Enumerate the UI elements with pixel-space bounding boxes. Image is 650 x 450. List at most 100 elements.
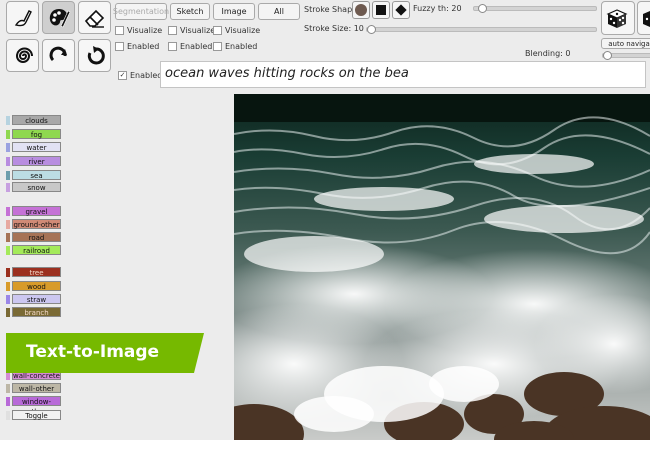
brush-tool-button[interactable]	[6, 1, 39, 34]
slider-handle[interactable]	[367, 25, 376, 34]
checkbox-box[interactable]: ✓	[118, 71, 127, 80]
checkbox-label: Visualize	[180, 26, 216, 35]
segmentation-button[interactable]: Segmentation	[113, 3, 169, 20]
label-color-swatch	[6, 295, 10, 304]
stroke-size-label: Stroke Size: 10	[304, 24, 364, 33]
label-tree[interactable]: tree	[12, 267, 61, 277]
label-color-swatch	[6, 116, 10, 125]
label-color-swatch	[6, 207, 10, 216]
image-enabled-checkbox[interactable]: Enabled	[213, 42, 257, 51]
label-water[interactable]: water	[12, 142, 61, 152]
label-color-swatch	[6, 411, 10, 420]
prompt-text: ocean waves hitting rocks on the bea	[165, 66, 409, 81]
sketch-visualize-checkbox[interactable]: Visualize	[168, 26, 215, 35]
image-visualize-checkbox[interactable]: Visualize	[213, 26, 260, 35]
label-fog[interactable]: fog	[12, 129, 61, 139]
checkbox-box[interactable]	[115, 26, 124, 35]
randomize-button[interactable]	[601, 1, 635, 35]
square-shape-button[interactable]	[372, 1, 390, 19]
blending-label: Blending: 0	[525, 49, 571, 58]
checkbox-label: Enabled	[225, 42, 258, 51]
spiral-icon	[15, 47, 33, 63]
paint-brush-icon	[14, 9, 32, 26]
checkbox-label: Visualize	[127, 26, 163, 35]
slider-handle[interactable]	[603, 51, 612, 60]
randomize-style-button[interactable]	[637, 1, 650, 35]
checkbox-box[interactable]	[213, 26, 222, 35]
label-color-swatch	[6, 171, 10, 180]
ocean-waves-image	[234, 94, 650, 440]
label-wood[interactable]: wood	[12, 281, 61, 291]
sketch-enabled-checkbox[interactable]: Enabled	[168, 42, 212, 51]
checkbox-box[interactable]	[168, 42, 177, 51]
spiral-tool-button[interactable]	[6, 39, 39, 72]
refresh-tool-button[interactable]	[78, 39, 111, 72]
checkbox-box[interactable]	[115, 42, 124, 51]
label-wall-other[interactable]: wall-other	[12, 383, 61, 393]
checkbox-box[interactable]	[168, 26, 177, 35]
checkbox-label: Visualize	[225, 26, 261, 35]
label-color-swatch	[6, 308, 10, 317]
circle-shape-button[interactable]	[352, 1, 370, 19]
blending-slider[interactable]	[602, 51, 650, 60]
segmentation-enabled-checkbox[interactable]: Enabled	[115, 42, 159, 51]
fuzzy-threshold-label: Fuzzy th: 20	[413, 4, 462, 13]
checkbox-label: Enabled	[130, 71, 163, 80]
image-button[interactable]: Image	[213, 3, 255, 20]
circle-shape-icon	[355, 4, 367, 16]
label-color-swatch	[6, 384, 10, 393]
label-color-swatch	[6, 220, 10, 229]
label-color-swatch	[6, 397, 10, 406]
checkbox-box[interactable]	[213, 42, 222, 51]
refresh-arrow-icon	[87, 45, 105, 64]
label-railroad[interactable]: railroad	[12, 245, 61, 255]
dice-icon	[606, 9, 628, 28]
app-window: Segmentation Sketch Image All Visualize …	[0, 0, 650, 450]
text-to-image-banner: Text-to-Image	[6, 333, 204, 373]
banner-title: Text-to-Image	[26, 342, 160, 362]
label-color-swatch	[6, 282, 10, 291]
label-color-swatch	[6, 268, 10, 277]
paint-palette-icon	[49, 8, 70, 27]
checkbox-label: Enabled	[127, 42, 160, 51]
label-color-swatch	[6, 246, 10, 255]
checkbox-label: Enabled	[180, 42, 213, 51]
sketch-button[interactable]: Sketch	[170, 3, 210, 20]
eraser-tool-button[interactable]	[78, 1, 111, 34]
label-ground-other[interactable]: ground-other	[12, 219, 61, 229]
dice-icon	[643, 11, 650, 27]
label-road[interactable]: road	[12, 232, 61, 242]
prompt-enabled-checkbox[interactable]: ✓ Enabled	[118, 71, 162, 80]
label-color-swatch	[6, 157, 10, 166]
diamond-shape-button[interactable]	[392, 1, 410, 19]
label-color-swatch	[6, 143, 10, 152]
bottom-margin	[0, 440, 650, 450]
label-river[interactable]: river	[12, 156, 61, 166]
toggle-button[interactable]: Toggle	[12, 410, 61, 420]
prompt-input[interactable]: ocean waves hitting rocks on the bea	[160, 61, 646, 88]
palette-tool-button[interactable]	[42, 1, 75, 34]
all-button[interactable]: All	[258, 3, 300, 20]
segmentation-visualize-checkbox[interactable]: Visualize	[115, 26, 162, 35]
redo-arrow-icon	[49, 46, 67, 61]
label-straw[interactable]: straw	[12, 294, 61, 304]
label-color-swatch	[6, 233, 10, 242]
label-color-swatch	[6, 130, 10, 139]
label-snow[interactable]: snow	[12, 182, 61, 192]
label-clouds[interactable]: clouds	[12, 115, 61, 125]
stroke-size-slider[interactable]	[366, 25, 597, 34]
eraser-icon	[84, 9, 104, 28]
generated-image-canvas[interactable]	[234, 94, 650, 440]
label-branch[interactable]: branch	[12, 307, 61, 317]
redo-tool-button[interactable]	[42, 39, 75, 72]
auto-navigate-button[interactable]: auto naviga	[601, 38, 650, 49]
stroke-shape-label: Stroke Shape	[304, 5, 358, 14]
label-color-swatch	[6, 183, 10, 192]
diamond-shape-icon	[395, 4, 407, 16]
label-window-other[interactable]: window-other	[12, 396, 61, 416]
label-gravel[interactable]: gravel	[12, 206, 61, 216]
label-sea[interactable]: sea	[12, 170, 61, 180]
fuzzy-threshold-slider[interactable]	[473, 4, 597, 13]
square-shape-icon	[376, 5, 386, 15]
slider-handle[interactable]	[478, 4, 487, 13]
